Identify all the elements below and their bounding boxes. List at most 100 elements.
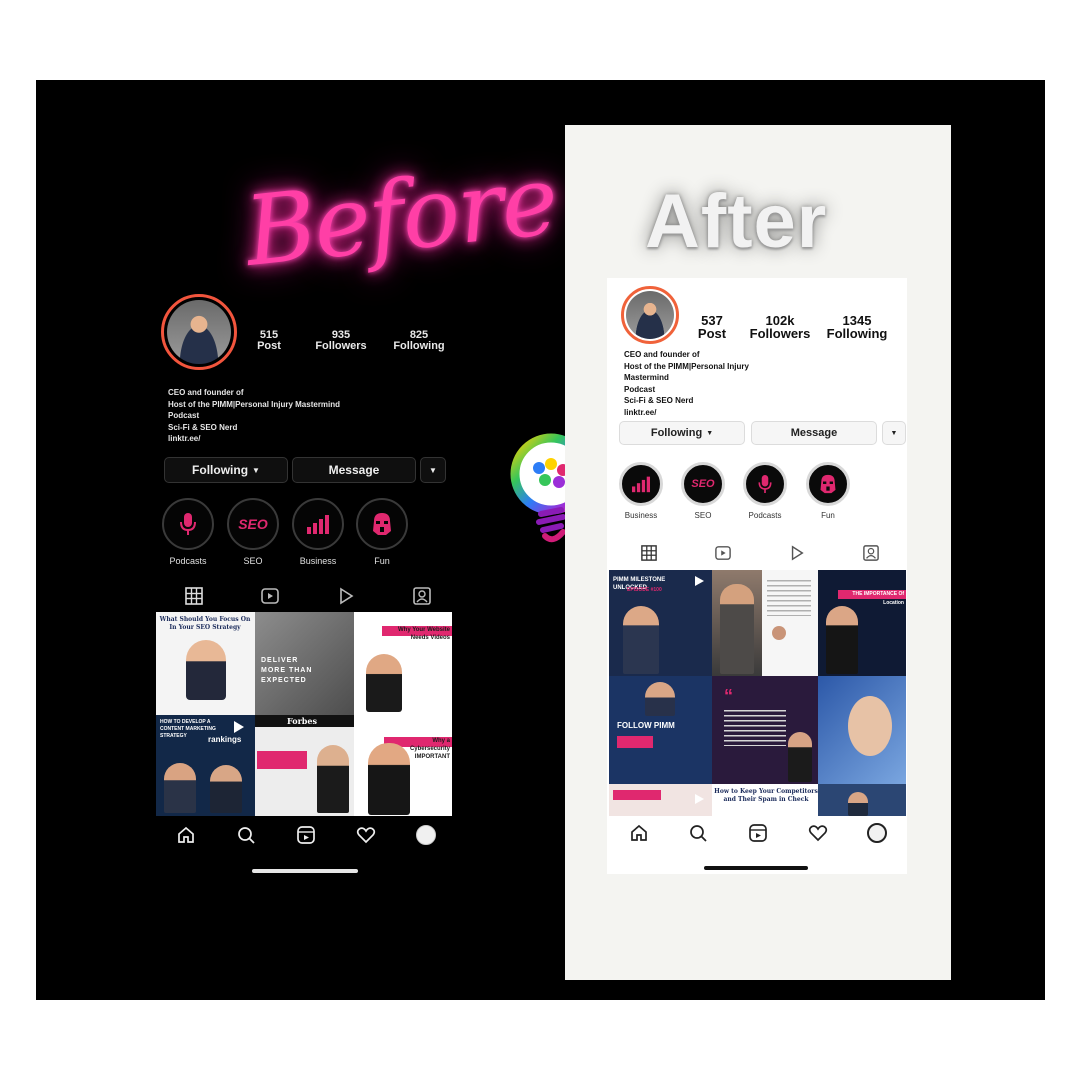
play-tab-icon[interactable]: [337, 587, 355, 605]
reels-tab-icon[interactable]: [261, 587, 279, 605]
highlight-circle: [743, 462, 787, 506]
profile-nav-avatar[interactable]: [416, 825, 436, 845]
home-icon[interactable]: [176, 825, 196, 845]
bar-chart-icon: [307, 515, 329, 534]
profile-avatar[interactable]: [621, 286, 679, 344]
highlight-podcasts[interactable]: Podcasts: [162, 498, 214, 566]
highlight-label: Podcasts: [748, 511, 782, 520]
highlight-seo[interactable]: SEO SEO: [227, 498, 279, 566]
bio-line: Podcast: [168, 411, 200, 420]
post-tile[interactable]: FOLLOW PIMM: [609, 676, 712, 784]
post-tile[interactable]: What Should You Focus On In Your SEO Str…: [156, 612, 255, 715]
message-button-label: Message: [790, 427, 838, 439]
highlight-circle: [806, 462, 850, 506]
profile-bio: CEO and founder of Host of the PIMM|Pers…: [624, 349, 864, 418]
following-button-label: Following: [192, 463, 249, 477]
person-photo: [772, 626, 786, 640]
profile-nav-avatar[interactable]: [867, 823, 888, 843]
profile-bio: CEO and founder of Host of the PIMM|Pers…: [168, 387, 428, 445]
person-photo: [720, 584, 754, 674]
home-icon[interactable]: [629, 823, 649, 843]
person-photo: [826, 606, 858, 674]
home-indicator: [704, 866, 808, 870]
followers-count-label: Followers: [315, 340, 367, 352]
chevron-down-icon: ▼: [252, 465, 260, 475]
post-tile[interactable]: THE IMPORTANCE Of Location: [818, 570, 906, 676]
suggested-dropdown-button[interactable]: ▼: [420, 457, 446, 483]
search-icon[interactable]: [236, 825, 256, 845]
post-tile[interactable]: How to Keep Your Competitors and Their S…: [712, 784, 818, 816]
following-count[interactable]: 1345 Following: [824, 314, 890, 340]
post-caption: EPISODE #100: [627, 587, 662, 593]
bottom-nav: [156, 822, 456, 848]
bio-link[interactable]: linktr.ee/: [168, 433, 428, 445]
grid-tab-icon[interactable]: [641, 545, 657, 561]
following-button[interactable]: Following ▼: [164, 457, 288, 483]
post-tile[interactable]: DELIVER MORE THAN EXPECTED: [255, 612, 354, 715]
bio-line: CEO and founder of: [624, 350, 700, 359]
person-photo: [368, 743, 410, 815]
person-photo: [848, 792, 868, 816]
post-caption: Forbes: [287, 716, 317, 726]
following-count[interactable]: 825 Following: [388, 330, 450, 352]
post-tile[interactable]: HOW TO DEVELOP A CONTENT MARKETING STRAT…: [156, 715, 255, 816]
message-button[interactable]: Message: [292, 457, 416, 483]
tagged-tab-icon[interactable]: [413, 587, 431, 605]
following-button[interactable]: Following ▼: [619, 421, 745, 445]
tagged-tab-icon[interactable]: [863, 545, 879, 561]
followers-count[interactable]: 935 Followers: [310, 330, 372, 352]
heart-icon[interactable]: [808, 823, 828, 843]
post-caption: THE IMPORTANCE Of Location: [852, 591, 904, 606]
post-tile[interactable]: PIMM MILESTONE UNLOCKED EPISODE #100: [609, 570, 712, 676]
highlight-podcasts[interactable]: Podcasts: [743, 462, 787, 520]
post-tile[interactable]: Why Your Website Needs Videos: [354, 612, 452, 715]
quote-icon: “: [724, 686, 733, 706]
reels-tab-icon[interactable]: [715, 545, 731, 561]
bio-line: Sci-Fi & SEO Nerd: [168, 422, 238, 432]
post-tile[interactable]: [712, 570, 762, 676]
reels-icon[interactable]: [296, 825, 316, 845]
stormtrooper-helmet-icon: [820, 474, 836, 494]
play-icon: [695, 794, 704, 804]
heart-icon[interactable]: [356, 825, 376, 845]
post-count[interactable]: 515 Post: [248, 330, 290, 352]
highlight-seo[interactable]: SEO SEO: [681, 462, 725, 520]
post-tile[interactable]: [818, 676, 906, 784]
person-photo: [848, 696, 892, 756]
bio-link[interactable]: linktr.ee/: [624, 407, 864, 419]
post-tile[interactable]: [762, 570, 818, 676]
bio-line: Podcast: [624, 384, 656, 394]
profile-avatar[interactable]: [161, 294, 237, 370]
post-tile[interactable]: [609, 784, 712, 816]
reels-icon[interactable]: [748, 823, 768, 843]
post-tile[interactable]: Forbes: [255, 715, 354, 816]
posts-grid: PIMM MILESTONE UNLOCKED EPISODE #100 THE…: [609, 570, 906, 816]
message-button[interactable]: Message: [751, 421, 877, 445]
grid-tab-icon[interactable]: [185, 587, 203, 605]
stormtrooper-helmet-icon: [373, 513, 391, 535]
suggested-dropdown-button[interactable]: ▼: [882, 421, 906, 445]
highlight-circle: [356, 498, 408, 550]
highlight-fun[interactable]: Fun: [806, 462, 850, 520]
play-tab-icon[interactable]: [789, 545, 805, 561]
pink-banner: [257, 751, 307, 769]
text-lines: [724, 710, 786, 746]
person-photo: [210, 765, 242, 813]
bar-chart-icon: [632, 476, 650, 493]
post-tile[interactable]: Why a Cybersecurity IMPORTANT: [354, 715, 452, 816]
highlight-fun[interactable]: Fun: [356, 498, 408, 566]
play-icon: [234, 721, 244, 733]
highlight-label: Business: [299, 556, 337, 566]
message-button-label: Message: [328, 463, 380, 477]
post-tile[interactable]: [818, 784, 906, 816]
search-icon[interactable]: [688, 823, 708, 843]
highlight-business[interactable]: Business: [292, 498, 344, 566]
post-count[interactable]: 537 Post: [692, 314, 732, 340]
profile-tabs: [156, 584, 460, 608]
post-tile[interactable]: “: [712, 676, 818, 784]
profile-tabs: [612, 542, 908, 564]
highlight-business[interactable]: Business: [619, 462, 663, 520]
person-photo: [645, 682, 675, 716]
seo-badge-icon: SEO: [238, 516, 268, 532]
followers-count[interactable]: 102k Followers: [748, 314, 812, 340]
